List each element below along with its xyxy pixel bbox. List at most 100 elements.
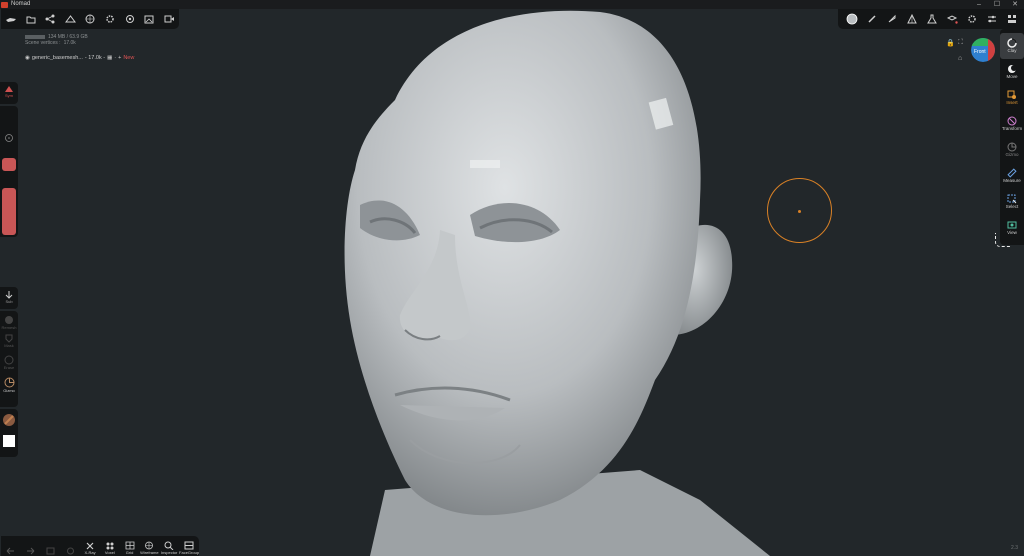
move-icon	[1008, 65, 1017, 73]
settings-icon[interactable]	[120, 9, 140, 29]
redo-button[interactable]	[21, 536, 41, 556]
symmetry-panel: Sym	[0, 82, 18, 104]
grid-icon	[125, 541, 134, 550]
tool-measure[interactable]: Measure	[1000, 163, 1024, 189]
voxel-icon	[106, 542, 114, 550]
wireframe-icon	[145, 541, 154, 550]
share-icon[interactable]	[41, 9, 61, 29]
gizmo-label[interactable]: Gizmo	[3, 388, 15, 393]
tool-transform-label: Transform	[1001, 126, 1023, 131]
close-button[interactable]: ✕	[1006, 0, 1024, 9]
erase-icon	[4, 355, 14, 365]
facegroup-button[interactable]: FaceGroup	[179, 536, 199, 556]
transform-icon	[1007, 116, 1017, 126]
tool-transform[interactable]: Transform	[1000, 111, 1024, 137]
brush-slider-panel	[0, 106, 18, 237]
tool-select-label: Select	[1005, 204, 1019, 209]
fullscreen-icon[interactable]: ⛶	[958, 39, 963, 47]
history-button[interactable]	[41, 536, 61, 556]
tool-select[interactable]: Select	[1000, 189, 1024, 215]
tool-gizmo-label: Gizmo	[1005, 152, 1019, 157]
history-icon	[46, 547, 55, 555]
pen-icon[interactable]	[882, 9, 902, 29]
eye-icon[interactable]: ◉	[25, 55, 30, 61]
insert-icon	[1007, 90, 1016, 99]
redo-icon	[27, 547, 35, 555]
measure-icon	[1007, 168, 1017, 178]
mask-label: Mask	[4, 343, 14, 348]
grid-button[interactable]: Grid	[120, 536, 140, 556]
color-swatch[interactable]	[3, 435, 15, 447]
tool-panel: Clay Move Insert Transform Gizmo Measure…	[1000, 29, 1024, 245]
version-label: 2.3	[1011, 545, 1018, 551]
layers-icon[interactable]	[942, 9, 962, 29]
sculpted-head-model	[344, 10, 770, 556]
mesh-separator: ·	[114, 55, 117, 61]
navigation-cube[interactable]: Front	[971, 38, 995, 62]
navcube-face-label: Front	[974, 49, 986, 55]
matcap-icon[interactable]	[2, 413, 16, 427]
flask-icon[interactable]	[922, 9, 942, 29]
tools-icon[interactable]	[1, 9, 21, 29]
tool-gizmo[interactable]: Gizmo	[1000, 137, 1024, 163]
vertex-icon[interactable]	[902, 9, 922, 29]
gizmo-tool-icon	[1007, 142, 1017, 152]
mesh-vertex-count: - 17.0k -	[84, 55, 106, 61]
mask-icon	[5, 334, 13, 343]
folder-icon[interactable]	[21, 9, 41, 29]
material-icon[interactable]	[842, 9, 862, 29]
minimize-button[interactable]: –	[970, 0, 988, 9]
globe-icon[interactable]	[80, 9, 100, 29]
scene-icon[interactable]	[60, 9, 80, 29]
gizmo-icon[interactable]	[4, 377, 15, 388]
sliders-icon[interactable]	[982, 9, 1002, 29]
symmetry-icon[interactable]	[4, 85, 14, 93]
tool-clay[interactable]: Clay	[1000, 33, 1024, 59]
tool-insert-label: Insert	[1006, 100, 1018, 105]
grid-small-icon: ▦	[107, 55, 113, 61]
voxel-button[interactable]: Voxel	[100, 536, 120, 556]
tool-panel-handle[interactable]	[995, 233, 1011, 247]
anchor-icon[interactable]	[4, 290, 14, 299]
lock-icon[interactable]: 🔒	[946, 39, 955, 47]
video-icon[interactable]	[159, 9, 179, 29]
erase-label: Erase	[3, 365, 15, 370]
top-toolbar-right	[838, 9, 1024, 29]
scene-info: 134 MB / 63.9 GB Scene vertices :17.0k	[25, 34, 88, 46]
remesh-label: Remesh	[1, 325, 17, 330]
top-toolbar-left	[1, 9, 179, 29]
tool-clay-label: Clay	[1007, 48, 1017, 53]
tool-insert[interactable]: Insert	[1000, 85, 1024, 111]
select-icon	[1007, 194, 1017, 204]
title-bar: Nomad – ☐ ✕	[0, 0, 1024, 9]
undo-button[interactable]	[1, 536, 21, 556]
disabled-icon	[66, 547, 74, 555]
viewport[interactable]	[0, 9, 1024, 556]
inspector-button[interactable]: Inspector	[159, 536, 179, 556]
mesh-info[interactable]: ◉ generic_basemesh... - 17.0k - ▦ · + Ne…	[25, 55, 134, 61]
disabled-button[interactable]	[60, 536, 80, 556]
gear-icon[interactable]	[100, 9, 120, 29]
clay-icon	[1007, 38, 1017, 48]
remesh-icon	[5, 316, 13, 324]
gear-icon[interactable]	[962, 9, 982, 29]
image-icon[interactable]	[139, 9, 159, 29]
vertices-label: Scene vertices :	[25, 40, 61, 46]
memory-bar	[25, 35, 45, 39]
intensity-slider[interactable]	[2, 188, 16, 235]
plus-icon[interactable]: +	[118, 55, 121, 61]
xray-icon	[86, 542, 94, 550]
symmetry-label[interactable]: Sym	[5, 93, 13, 98]
wireframe-button[interactable]: Wireframe	[139, 536, 159, 556]
new-mesh-tag[interactable]: New	[123, 55, 134, 61]
radius-slider[interactable]	[2, 158, 16, 171]
inspector-icon	[164, 541, 174, 550]
xray-button[interactable]: X-Ray	[80, 536, 100, 556]
tool-move[interactable]: Move	[1000, 59, 1024, 85]
brush-center-dot	[798, 210, 801, 213]
maximize-button[interactable]: ☐	[988, 0, 1006, 9]
stack-icon[interactable]	[1002, 9, 1022, 29]
home-icon[interactable]: ⌂	[958, 55, 962, 62]
brush-icon[interactable]	[862, 9, 882, 29]
subdivision-label[interactable]: Sub	[5, 299, 12, 304]
